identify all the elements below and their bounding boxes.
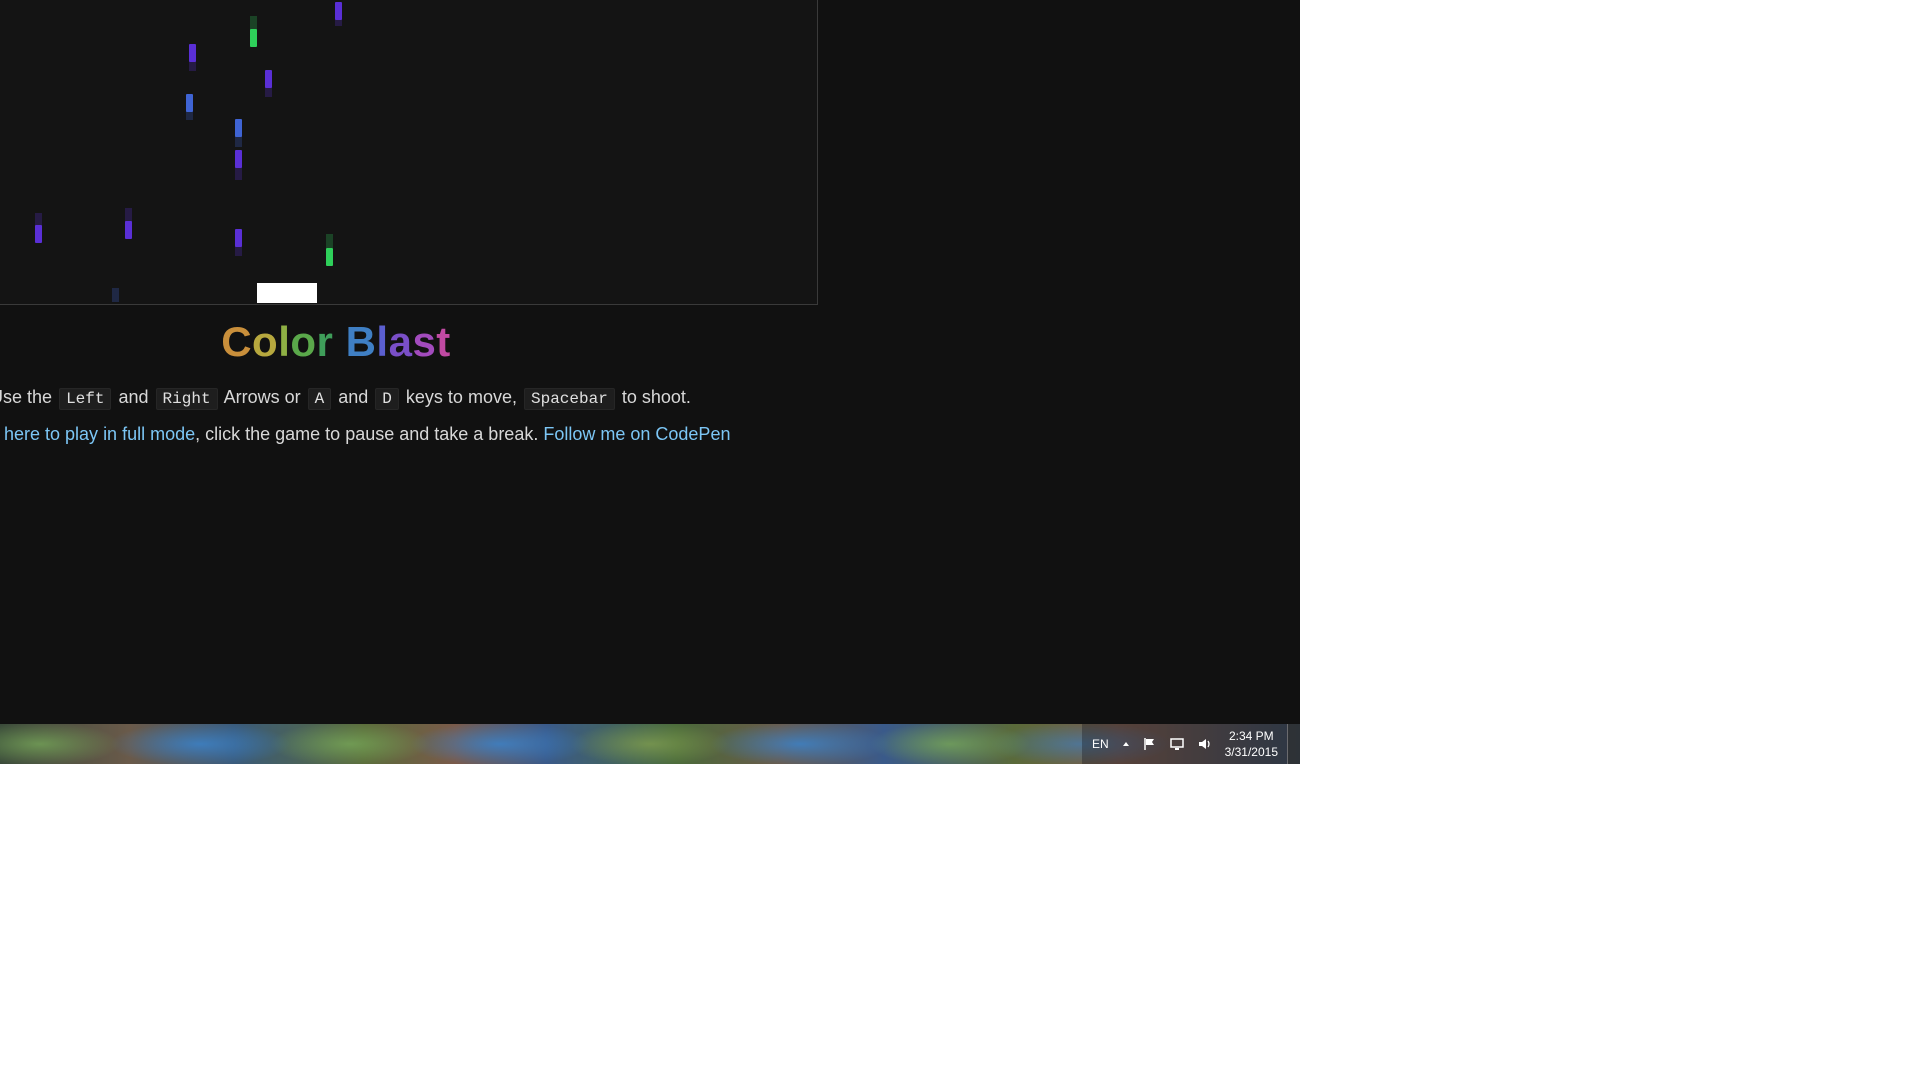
title-letter: B	[345, 318, 377, 365]
title-letter: l	[376, 318, 389, 365]
full-mode-link[interactable]: k here to play in full mode	[0, 424, 195, 444]
key-left: Left	[59, 388, 112, 410]
network-icon[interactable]	[1169, 737, 1185, 751]
show-desktop-button[interactable]	[1287, 724, 1300, 764]
language-indicator[interactable]: EN	[1092, 737, 1109, 751]
browser-viewport: Color Blast Use the Left and Right Arrow…	[0, 0, 1300, 764]
clock[interactable]: 2:34 PM 3/31/2015	[1225, 728, 1278, 760]
bullet	[250, 29, 257, 47]
instruction-text: and	[118, 387, 149, 407]
player-ship	[257, 283, 317, 303]
bullet	[235, 150, 242, 168]
bullet-trail	[326, 234, 333, 248]
key-d: D	[375, 388, 399, 410]
title-letter: l	[278, 318, 291, 365]
title-letter: s	[412, 318, 437, 365]
bullet	[326, 248, 333, 266]
bullet	[125, 221, 132, 239]
action-center-flag-icon[interactable]	[1143, 737, 1157, 751]
bullet	[235, 229, 242, 247]
key-a: A	[307, 388, 332, 410]
bullet-trail	[112, 288, 119, 302]
key-spacebar: Spacebar	[523, 388, 615, 410]
bullet	[235, 119, 242, 137]
instruction-text: to shoot.	[621, 387, 691, 407]
bullet	[189, 44, 196, 62]
codepen-follow-link[interactable]: Follow me on CodePen	[543, 424, 730, 444]
clock-date: 3/31/2015	[1224, 745, 1278, 759]
info-line: k here to play in full mode, click the g…	[0, 424, 730, 445]
bullet-trail	[250, 16, 257, 30]
instruction-text: and	[338, 387, 369, 407]
info-text: , click the game to pause and take a bre…	[195, 424, 539, 444]
bullet	[265, 70, 272, 88]
game-title: Color Blast	[0, 318, 672, 366]
key-right: Right	[155, 388, 218, 410]
title-letter: o	[290, 318, 317, 365]
game-canvas[interactable]	[0, 0, 818, 305]
title-letter: r	[316, 318, 334, 365]
title-letter: C	[221, 318, 253, 365]
show-hidden-icons-arrow-icon[interactable]	[1121, 739, 1131, 749]
bullet	[35, 225, 42, 243]
instruction-text: Arrows or	[223, 387, 301, 407]
controls-instructions: Use the Left and Right Arrows or A and D…	[0, 387, 691, 410]
title-letter: o	[252, 318, 279, 365]
bullet	[186, 94, 193, 112]
bullet-trail	[235, 166, 242, 180]
bullet	[335, 2, 342, 20]
title-letter: a	[388, 318, 413, 365]
volume-icon[interactable]	[1197, 737, 1213, 751]
taskbar: EN 2:34 PM 3/31/2015	[0, 724, 1300, 764]
title-letter	[333, 318, 345, 365]
system-tray: EN 2:34 PM 3/31/2015	[1081, 724, 1288, 764]
clock-time: 2:34 PM	[1228, 729, 1274, 743]
instruction-text: Use the	[0, 387, 53, 407]
title-letter: t	[436, 318, 451, 365]
bullet-trail	[125, 208, 132, 222]
instruction-text: keys to move,	[405, 387, 517, 407]
